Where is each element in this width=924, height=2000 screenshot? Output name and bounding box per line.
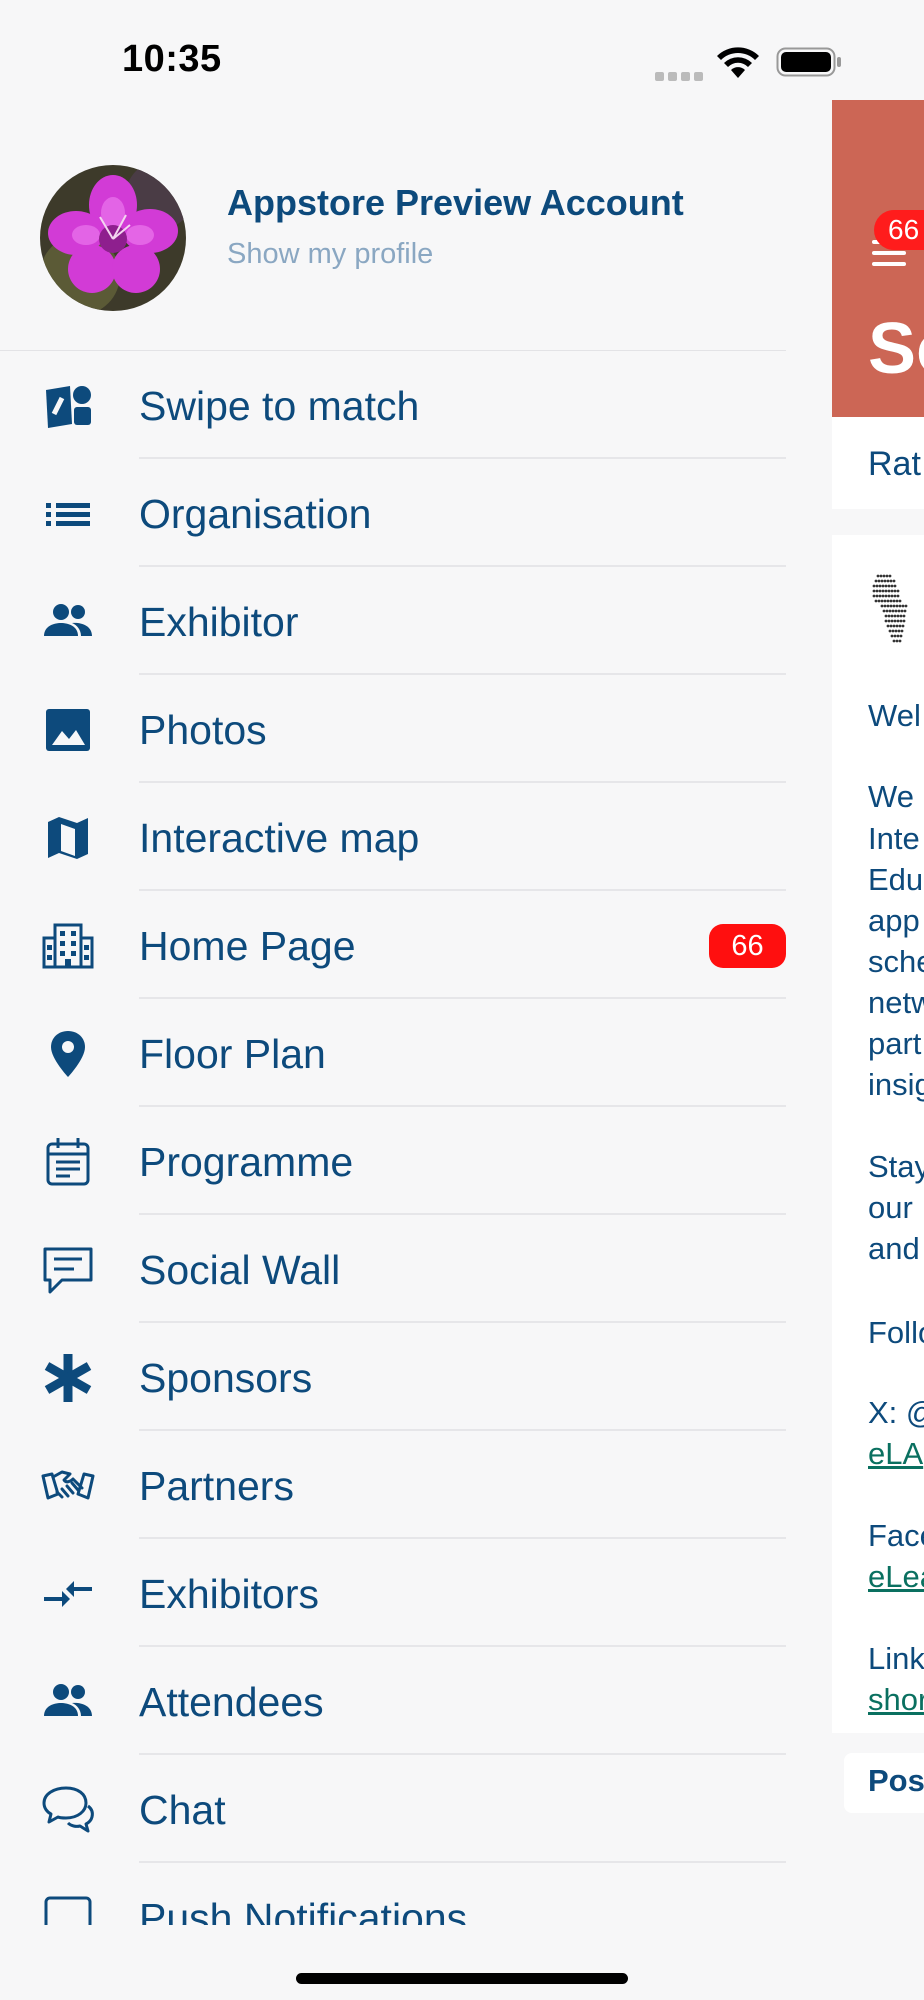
menu-item-label: Home Page [139,923,356,969]
message-icon [40,1242,96,1298]
menu-item-interactive-map[interactable]: Interactive map [0,783,832,891]
africa-map-logo [872,574,908,643]
side-drawer: Appstore Preview Account Show my profile… [0,100,832,1925]
background-tab-label[interactable]: Rat [868,445,921,484]
menu-item-label: Swipe to match [139,383,420,429]
menu-item-photos[interactable]: Photos [0,675,832,783]
people-icon [40,594,96,650]
count-badge: 66 [709,924,786,968]
welcome-text-line: Edu [868,862,924,897]
menu-item-label: Partners [139,1463,294,1509]
wifi-icon [717,47,759,78]
welcome-text-line: Stay [868,1149,924,1184]
menu-item-home-page[interactable]: Home Page 66 [0,891,832,999]
welcome-text-line: Link [868,1641,924,1676]
menu-item-label: Floor Plan [139,1031,326,1077]
menu-item-social-wall[interactable]: Social Wall [0,1215,832,1323]
home-indicator[interactable] [296,1973,628,1984]
compare-arrows-icon [40,1566,96,1622]
swipe-cards-icon [40,378,96,434]
map-icon [40,810,96,866]
location-pin-icon [40,1026,96,1082]
chat-bubbles-icon [40,1782,96,1838]
menu-item-label: Interactive map [139,815,420,861]
menu-item-chat[interactable]: Chat [0,1755,832,1863]
image-icon [40,702,96,758]
drawer-menu: Swipe to match Organisation Exhibitor Photo… [0,351,832,1925]
welcome-text-line: part [868,1026,922,1061]
menu-item-label: Attendees [139,1679,324,1725]
cellular-signal-icon [655,68,707,86]
status-time: 10:35 [122,38,222,80]
profile-name[interactable]: Appstore Preview Account [227,182,684,224]
menu-item-organisation[interactable]: Organisation [0,459,832,567]
menu-item-push-notifications[interactable]: Push Notifications [0,1863,832,1925]
menu-item-exhibitor[interactable]: Exhibitor [0,567,832,675]
menu-item-label: Push Notifications [139,1895,468,1925]
header-notification-badge: 66 [874,210,924,250]
menu-item-floor-plan[interactable]: Floor Plan [0,999,832,1107]
menu-item-label: Programme [139,1139,354,1185]
welcome-text-line: insig [868,1067,924,1102]
menu-item-label: Chat [139,1787,226,1833]
asterisk-icon [40,1350,96,1406]
welcome-text-line: X: @ [868,1395,924,1430]
battery-icon [776,47,841,77]
welcome-text-line: We [868,779,914,814]
avatar[interactable] [40,165,186,311]
welcome-text-line: Face [868,1518,924,1553]
background-title: So [868,309,924,389]
welcome-text-line: our [868,1190,913,1225]
list-icon [40,486,96,542]
welcome-text-line: app [868,903,920,938]
background-screen[interactable]: 66 So Rat Wel We Inte Edu app sche netw part ins… [832,100,924,2000]
welcome-text-line: Wel [868,698,921,733]
show-profile-link[interactable]: Show my profile [227,238,433,271]
calendar-icon [40,1134,96,1190]
people-icon [40,1674,96,1730]
welcome-text-line: Follo [868,1315,924,1350]
welcome-link[interactable]: eLA [868,1433,923,1474]
menu-item-exhibitors[interactable]: Exhibitors [0,1539,832,1647]
menu-item-label: Photos [139,707,267,753]
menu-item-label: Organisation [139,491,372,537]
welcome-link[interactable]: eLea [868,1556,924,1597]
menu-item-swipe-to-match[interactable]: Swipe to match [0,351,832,459]
menu-item-attendees[interactable]: Attendees [0,1647,832,1755]
welcome-text-line: sche [868,944,924,979]
welcome-text-line: and [868,1231,920,1266]
menu-item-label: Exhibitors [139,1571,320,1617]
welcome-link[interactable]: shor [868,1679,924,1720]
menu-item-label: Sponsors [139,1355,313,1401]
menu-item-partners[interactable]: Partners [0,1431,832,1539]
menu-item-sponsors[interactable]: Sponsors [0,1323,832,1431]
notification-square-icon [40,1890,96,1925]
post-button[interactable]: Pos [868,1763,924,1799]
welcome-text-line: netw [868,985,924,1020]
welcome-text-line: Inte [868,821,920,856]
flower-photo [40,165,186,311]
building-icon [40,918,96,974]
handshake-icon [40,1458,96,1514]
menu-item-label: Social Wall [139,1247,341,1293]
menu-item-programme[interactable]: Programme [0,1107,832,1215]
menu-item-label: Exhibitor [139,599,299,645]
